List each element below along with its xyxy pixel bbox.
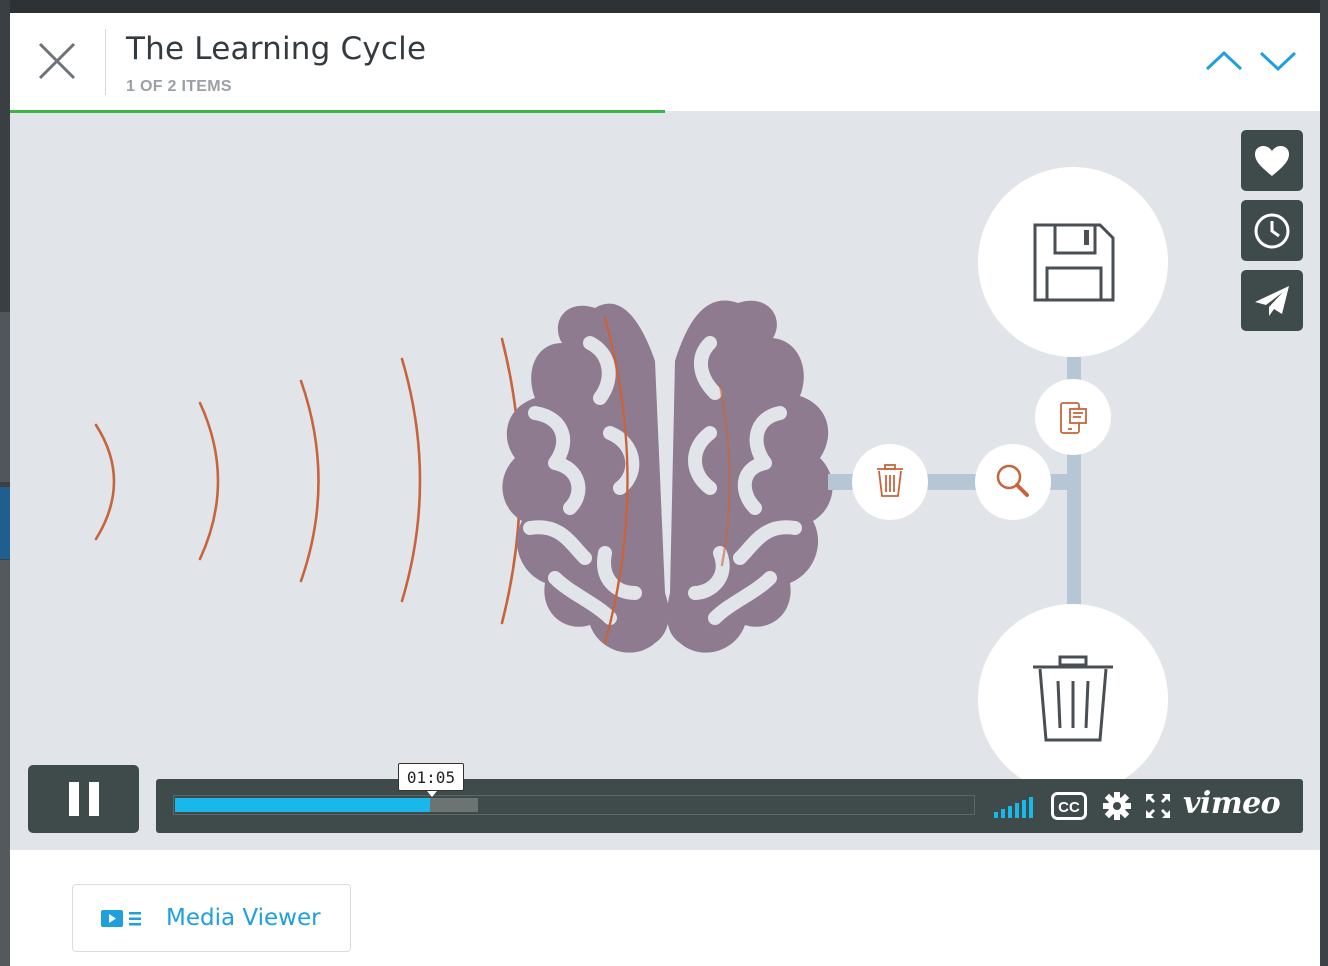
clock-icon (1254, 213, 1290, 248)
brain-illustration (502, 300, 833, 653)
player-control-bar: 01:05 CC vimeo (156, 763, 1303, 833)
media-viewer-button[interactable]: Media Viewer (72, 884, 351, 952)
svg-text:CC: CC (1058, 799, 1080, 816)
header-divider (105, 29, 106, 95)
close-icon (38, 42, 76, 80)
previous-item-button[interactable] (1204, 45, 1244, 75)
sound-wave-arc (299, 379, 320, 583)
backdrop (0, 0, 10, 966)
page-title: The Learning Cycle (126, 31, 427, 67)
chevron-down-icon (1259, 51, 1297, 72)
pause-icon (68, 782, 99, 816)
backdrop-strip (0, 487, 10, 559)
search-node (975, 444, 1051, 520)
gear-icon[interactable] (1103, 792, 1131, 820)
media-viewer-icon (101, 910, 141, 927)
video-frame (94, 167, 1168, 794)
backdrop (1320, 0, 1328, 966)
chevron-up-icon (1205, 50, 1243, 71)
sound-wave-arc (198, 401, 220, 561)
media-viewer-label: Media Viewer (166, 905, 321, 931)
sound-wave-arc (400, 357, 422, 603)
close-button[interactable] (32, 39, 82, 85)
like-button[interactable] (1241, 130, 1303, 191)
media-modal: The Learning Cycle 1 OF 2 ITEMS 01:05 CC… (10, 13, 1320, 966)
backdrop-strip (0, 312, 10, 482)
video-player[interactable]: 01:05 CC vimeo (10, 113, 1320, 850)
seek-played (175, 798, 430, 812)
cc-icon[interactable]: CC (1051, 792, 1087, 820)
backdrop-strip (0, 560, 10, 966)
sound-wave-arcs (94, 337, 522, 625)
fullscreen-icon[interactable] (1146, 794, 1170, 818)
watch-later-button[interactable] (1241, 200, 1303, 261)
current-time-tooltip: 01:05 (398, 763, 464, 797)
heart-icon (1255, 145, 1289, 176)
vimeo-logo[interactable]: vimeo (1183, 786, 1281, 821)
sound-wave-arc (94, 423, 116, 541)
volume-bars-icon[interactable] (994, 796, 1036, 818)
trash-icon (877, 464, 903, 497)
share-button[interactable] (1241, 270, 1303, 331)
modal-header: The Learning Cycle 1 OF 2 ITEMS (10, 13, 1320, 113)
seek-bar[interactable] (173, 795, 975, 815)
item-counter: 1 OF 2 ITEMS (126, 78, 232, 95)
paper-plane-icon (1255, 285, 1289, 316)
next-item-button[interactable] (1258, 45, 1298, 75)
save-node (978, 167, 1168, 357)
pause-button[interactable] (28, 765, 139, 833)
